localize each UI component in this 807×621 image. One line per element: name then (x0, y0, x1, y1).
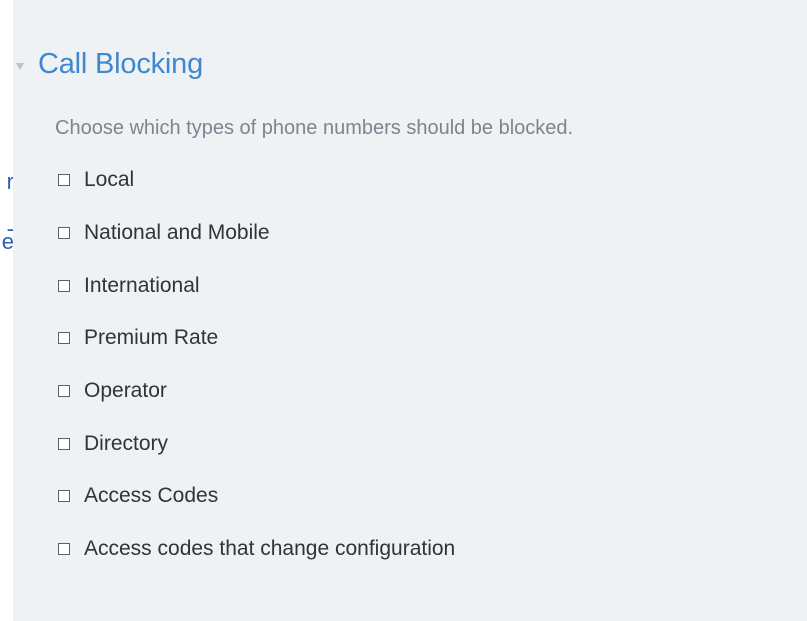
checkbox[interactable] (58, 332, 70, 345)
left-column-clipped-text: r - e (0, 0, 13, 621)
collapse-triangle-icon[interactable] (16, 63, 24, 70)
section-description: Choose which types of phone numbers shou… (55, 117, 574, 139)
option-operator[interactable]: Operator (55, 365, 455, 418)
option-label: Access codes that change configuration (84, 537, 456, 561)
checkbox[interactable] (58, 279, 70, 292)
left-fragment-3: e (1, 229, 13, 254)
checkbox[interactable] (58, 174, 70, 187)
option-label: National and Mobile (84, 221, 270, 245)
call-blocking-panel: Call Blocking Choose which types of phon… (13, 0, 807, 621)
option-label: Premium Rate (84, 326, 219, 350)
checkbox[interactable] (58, 543, 70, 556)
blocking-options-list: Local National and Mobile International … (55, 168, 455, 576)
section-title: Call Blocking (38, 48, 204, 80)
option-label: Directory (84, 431, 169, 455)
checkbox[interactable] (58, 490, 70, 503)
option-access-codes[interactable]: Access Codes (55, 470, 455, 523)
option-label: Access Codes (84, 484, 219, 508)
checkbox[interactable] (58, 227, 70, 240)
checkbox[interactable] (58, 385, 70, 398)
option-premium-rate[interactable]: Premium Rate (55, 312, 455, 365)
call-blocking-section-header[interactable]: Call Blocking (13, 48, 203, 81)
option-access-codes-change-configuration[interactable]: Access codes that change configuration (55, 523, 455, 576)
option-label: Local (84, 168, 135, 192)
option-directory[interactable]: Directory (55, 417, 455, 470)
option-local[interactable]: Local (55, 154, 455, 207)
checkbox[interactable] (58, 437, 70, 450)
option-label: Operator (84, 379, 167, 403)
option-label: International (84, 273, 200, 297)
option-international[interactable]: International (55, 259, 455, 312)
option-national-and-mobile[interactable]: National and Mobile (55, 207, 455, 260)
